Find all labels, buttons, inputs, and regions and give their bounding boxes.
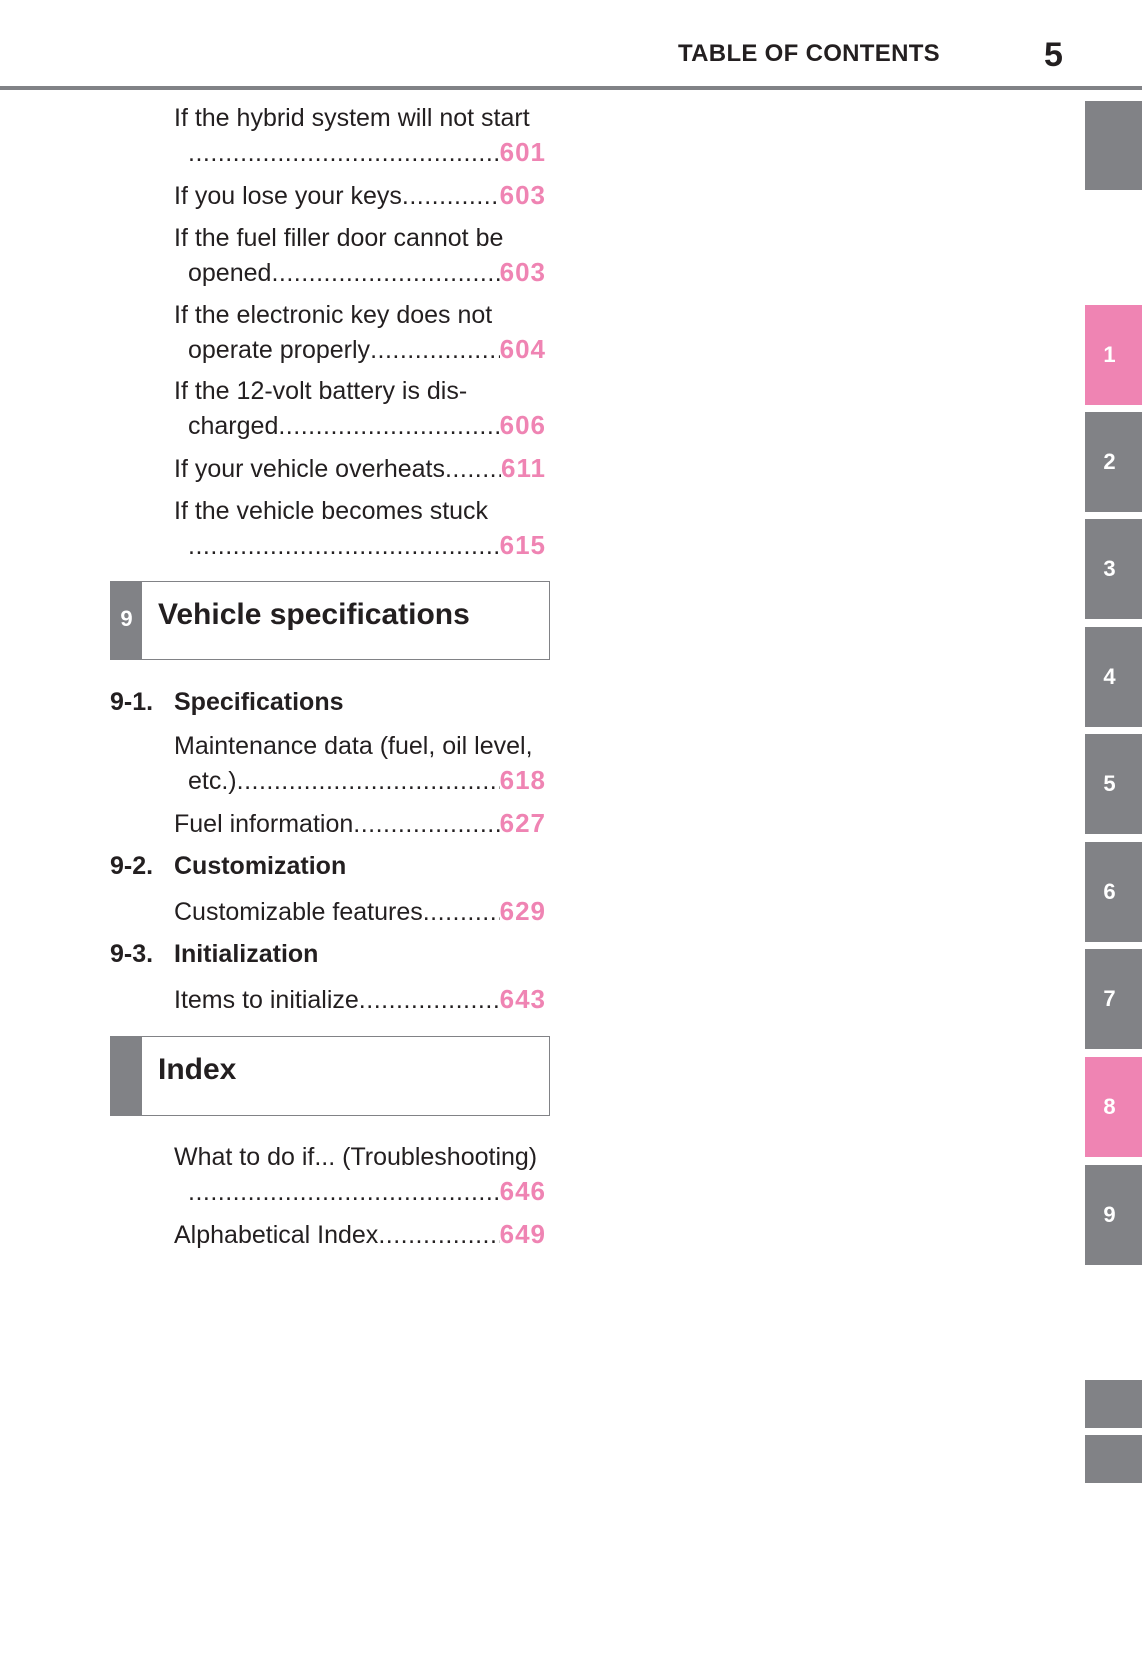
thumb-tab-7[interactable]: 7 xyxy=(1085,949,1142,1049)
leader-dots xyxy=(359,983,500,1017)
toc-entry-line: 615 xyxy=(174,528,546,562)
toc-entry[interactable]: If you lose your keys603 xyxy=(174,178,546,212)
chapter-title: Index xyxy=(158,1053,237,1086)
leader-dots xyxy=(370,333,500,367)
page-ref[interactable]: 643 xyxy=(500,982,546,1016)
leader-dots xyxy=(423,895,500,929)
chapter-number-badge: 9 xyxy=(111,582,142,659)
toc-entry-line: If your vehicle overheats611 xyxy=(174,451,546,485)
toc-entry-line: operate properly 604 xyxy=(174,332,546,366)
thumb-tab-6[interactable]: 6 xyxy=(1085,842,1142,942)
thumb-tab-blank[interactable] xyxy=(1085,1435,1142,1483)
leader-dots xyxy=(237,764,500,798)
chapter-heading-index[interactable]: Index xyxy=(110,1036,550,1116)
page-ref[interactable]: 646 xyxy=(500,1174,546,1208)
leader-dots xyxy=(188,529,500,563)
page-ref[interactable]: 627 xyxy=(500,806,546,840)
toc-entry[interactable]: If the electronic key does not operate p… xyxy=(174,298,546,366)
thumb-tab-3[interactable]: 3 xyxy=(1085,519,1142,619)
page-ref[interactable]: 603 xyxy=(500,255,546,289)
toc-entry-line: Maintenance data (fuel, oil level, xyxy=(174,732,533,760)
page-ref[interactable]: 604 xyxy=(500,332,546,366)
toc-entry-line: What to do if... (Troubleshooting) xyxy=(174,1143,538,1171)
thumb-tab-1[interactable]: 1 xyxy=(1085,305,1142,405)
toc-entry-line: If you lose your keys603 xyxy=(174,178,546,212)
subsection-heading[interactable]: 9-2. Customization xyxy=(110,852,346,881)
toc-entry-line: 646 xyxy=(174,1174,546,1208)
toc-entry-line: etc.)618 xyxy=(174,763,546,797)
page-ref[interactable]: 618 xyxy=(500,763,546,797)
toc-entry-line: If the fuel filler door cannot be xyxy=(174,224,504,252)
page-ref[interactable]: 603 xyxy=(500,178,546,212)
page-ref[interactable]: 601 xyxy=(500,135,546,169)
leader-dots xyxy=(271,256,499,290)
thumb-tab-blank[interactable] xyxy=(1085,1380,1142,1428)
toc-entry[interactable]: Items to initialize 643 xyxy=(174,982,546,1016)
running-header-title: TABLE OF CONTENTS xyxy=(678,40,940,67)
page-number: 5 xyxy=(1044,36,1063,74)
leader-dots xyxy=(188,136,500,170)
page-ref[interactable]: 606 xyxy=(500,408,546,442)
toc-entry-line: Alphabetical Index 649 xyxy=(174,1217,546,1251)
toc-entry[interactable]: If the hybrid system will not start 601 xyxy=(174,101,546,169)
toc-entry-line: Customizable features 629 xyxy=(174,894,546,928)
leader-dots xyxy=(188,1175,500,1209)
thumb-tab-4[interactable]: 4 xyxy=(1085,627,1142,727)
leader-dots xyxy=(402,179,500,213)
toc-entry-line: If the vehicle becomes stuck xyxy=(174,497,489,525)
leader-dots xyxy=(445,452,501,486)
chapter-color-bar xyxy=(111,1037,142,1115)
toc-entry-line: If the 12-volt battery is dis- xyxy=(174,377,468,405)
toc-entry-line: 601 xyxy=(174,135,546,169)
chapter-title: Vehicle specifications xyxy=(158,598,470,631)
header-rule xyxy=(0,86,1142,90)
toc-entry[interactable]: What to do if... (Troubleshooting) 646 xyxy=(174,1140,546,1208)
thumb-tab-2[interactable]: 2 xyxy=(1085,412,1142,512)
page-ref[interactable]: 629 xyxy=(500,894,546,928)
toc-entry[interactable]: If your vehicle overheats611 xyxy=(174,451,546,485)
toc-entry[interactable]: If the 12-volt battery is dis- charged60… xyxy=(174,374,546,442)
thumb-tab-5[interactable]: 5 xyxy=(1085,734,1142,834)
chapter-heading-vehicle-specifications[interactable]: 9 Vehicle specifications xyxy=(110,581,550,660)
toc-entry[interactable]: Fuel information 627 xyxy=(174,806,546,840)
toc-entry[interactable]: If the fuel filler door cannot be opened… xyxy=(174,221,546,289)
page-ref[interactable]: 615 xyxy=(500,528,546,562)
leader-dots xyxy=(378,1218,499,1252)
thumb-tab-blank xyxy=(1085,101,1142,190)
toc-entry[interactable]: Customizable features 629 xyxy=(174,894,546,928)
toc-entry-line: If the electronic key does not xyxy=(174,301,493,329)
subsection-heading[interactable]: 9-3. Initialization xyxy=(110,940,318,969)
toc-entry[interactable]: If the vehicle becomes stuck 615 xyxy=(174,494,546,562)
page-ref[interactable]: 649 xyxy=(500,1217,546,1251)
toc-entry-line: Items to initialize 643 xyxy=(174,982,546,1016)
page-ref[interactable]: 611 xyxy=(501,451,546,485)
toc-entry-line: If the hybrid system will not start xyxy=(174,104,530,132)
toc-entry-line: charged606 xyxy=(174,408,546,442)
toc-entry-line: Fuel information 627 xyxy=(174,806,546,840)
thumb-tab-8[interactable]: 8 xyxy=(1085,1057,1142,1157)
toc-entry[interactable]: Maintenance data (fuel, oil level, etc.)… xyxy=(174,729,546,797)
thumb-tab-9[interactable]: 9 xyxy=(1085,1165,1142,1265)
subsection-heading[interactable]: 9-1. Specifications xyxy=(110,688,344,717)
toc-entry[interactable]: Alphabetical Index 649 xyxy=(174,1217,546,1251)
leader-dots xyxy=(353,807,499,841)
leader-dots xyxy=(278,409,499,443)
toc-entry-line: opened603 xyxy=(174,255,546,289)
